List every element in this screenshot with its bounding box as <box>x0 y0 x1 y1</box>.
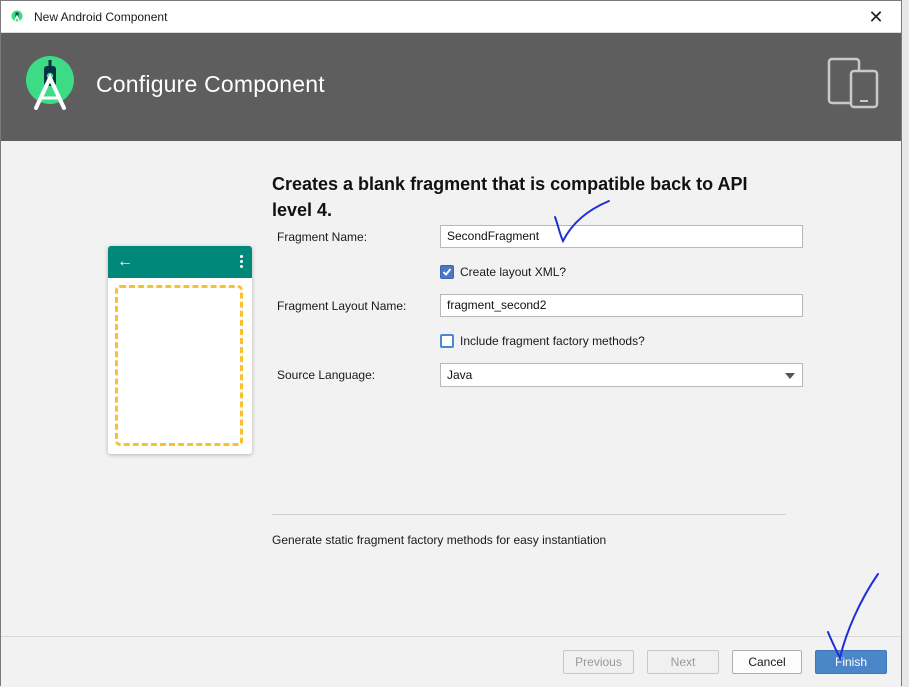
fragment-preview: ← <box>108 246 252 454</box>
preview-app-bar: ← <box>108 246 252 278</box>
title-bar: New Android Component ✕ <box>1 1 901 33</box>
fragment-layout-name-label: Fragment Layout Name: <box>277 299 407 313</box>
source-language-value: Java <box>447 368 473 382</box>
android-studio-logo-icon <box>26 56 74 110</box>
close-icon[interactable]: ✕ <box>861 6 891 28</box>
previous-button[interactable]: Previous <box>563 650 634 674</box>
back-arrow-icon: ← <box>117 253 133 270</box>
checkmark-icon[interactable] <box>440 265 454 279</box>
page-title: Configure Component <box>96 71 325 97</box>
window-title: New Android Component <box>34 10 168 24</box>
fragment-name-field[interactable]: SecondFragment <box>440 225 803 248</box>
source-language-label: Source Language: <box>277 368 376 382</box>
content-area: ← Creates a blank fragment that is compa… <box>1 141 901 636</box>
template-description-heading: Creates a blank fragment that is compati… <box>272 174 748 220</box>
source-language-select[interactable]: Java <box>440 363 803 387</box>
cancel-button[interactable]: Cancel <box>732 650 802 674</box>
separator <box>272 514 786 515</box>
button-bar: Previous Next Cancel Finish <box>1 636 901 686</box>
dropdown-arrow-icon[interactable] <box>785 373 795 379</box>
checkbox-box[interactable] <box>440 334 454 348</box>
fragment-name-label: Fragment Name: <box>277 230 368 244</box>
next-button[interactable]: Next <box>647 650 719 674</box>
fragment-layout-name-field[interactable]: fragment_second2 <box>440 294 803 317</box>
finish-button[interactable]: Finish <box>815 650 887 674</box>
new-android-component-dialog: New Android Component ✕ Configure Compon… <box>0 0 902 686</box>
overflow-menu-icon <box>240 255 244 269</box>
include-factory-methods-label: Include fragment factory methods? <box>460 334 645 348</box>
android-studio-icon <box>11 10 23 24</box>
devices-icon <box>827 57 879 109</box>
create-layout-xml-label: Create layout XML? <box>460 265 567 279</box>
field-help-text: Generate static fragment factory methods… <box>272 533 607 547</box>
fragment-placeholder <box>115 285 243 446</box>
header-banner: Configure Component <box>1 33 901 141</box>
